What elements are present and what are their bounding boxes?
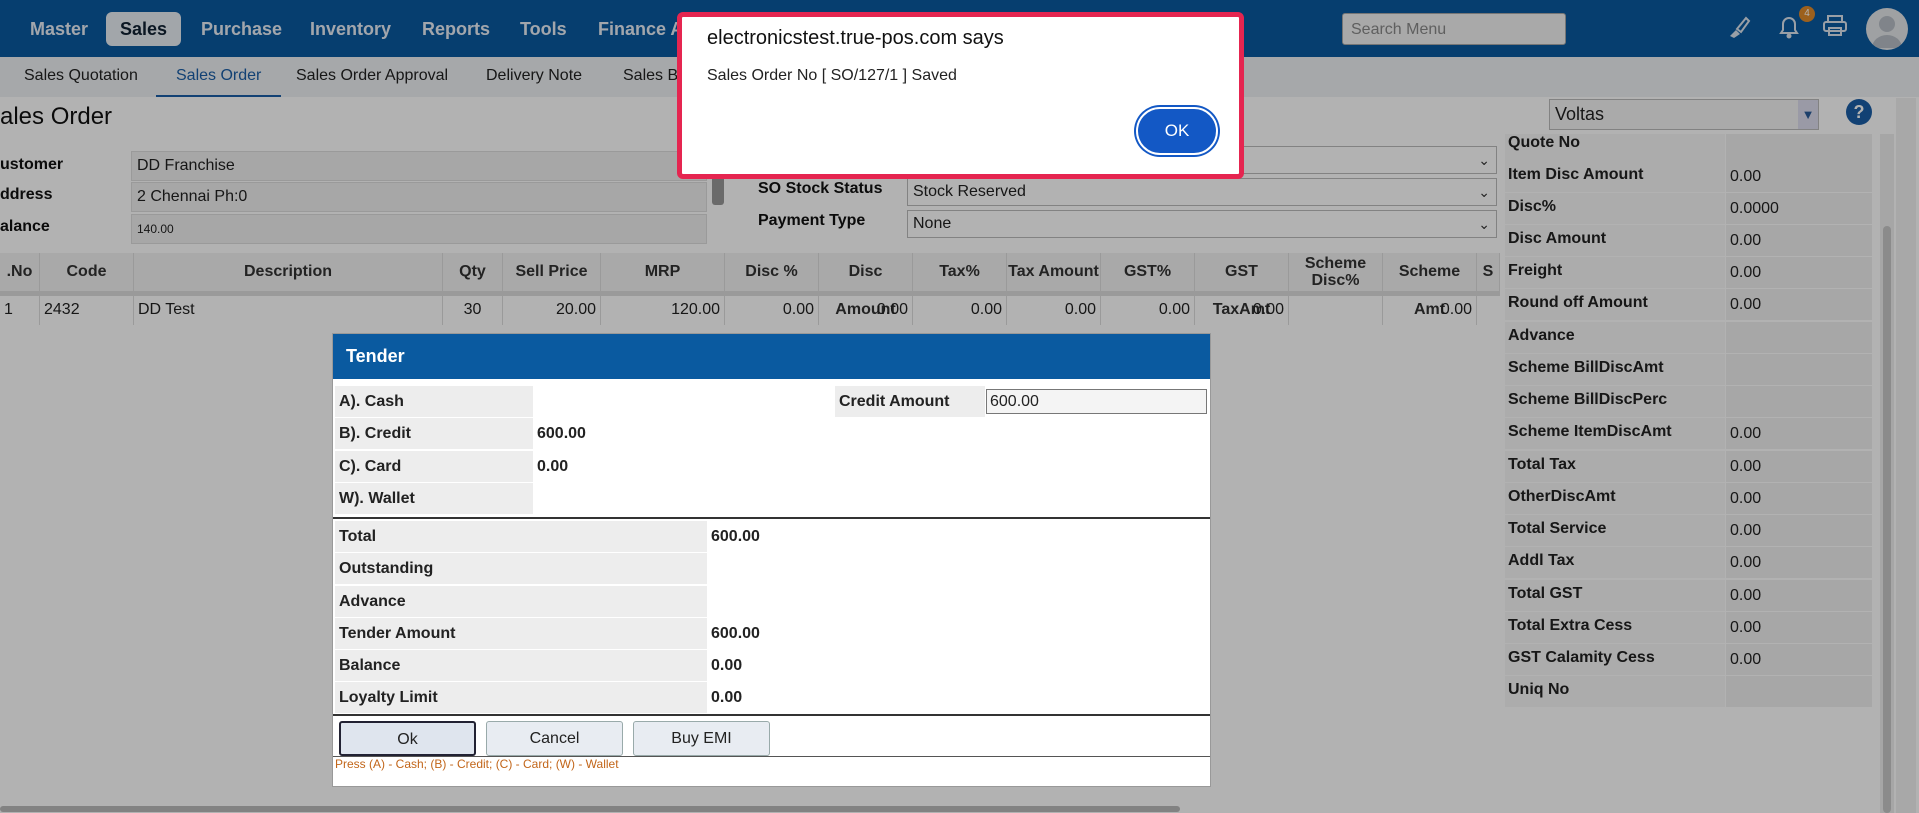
card-label: C). Card <box>335 451 533 482</box>
total-value: 600.00 <box>711 528 760 545</box>
divider <box>333 714 1210 716</box>
alert-title: electronicstest.true-pos.com says <box>707 27 1004 49</box>
credit-amount-label: Credit Amount <box>835 386 985 417</box>
alert-dialog: electronicstest.true-pos.com says Sales … <box>677 12 1244 179</box>
loyalty-limit-label: Loyalty Limit <box>335 682 707 713</box>
tender-dialog: Tender A). Cash B). Credit 600.00 C). Ca… <box>332 333 1211 787</box>
total-label: Total <box>335 521 707 552</box>
balance-value: 0.00 <box>711 657 743 674</box>
advance-label: Advance <box>335 586 707 617</box>
advance-value <box>707 586 907 617</box>
card-value[interactable]: 0.00 <box>533 451 733 482</box>
buy-emi-button[interactable]: Buy EMI <box>633 721 770 756</box>
alert-message: Sales Order No [ SO/127/1 ] Saved <box>707 67 957 84</box>
tender-dialog-title: Tender <box>333 334 1210 379</box>
credit-value[interactable]: 600.00 <box>533 418 733 449</box>
balance-label: Balance <box>335 650 707 681</box>
loyalty-limit-value: 0.00 <box>711 689 743 706</box>
wallet-label: W). Wallet <box>335 483 533 514</box>
credit-label: B). Credit <box>335 418 533 449</box>
credit-amount-input[interactable]: 600.00 <box>986 389 1207 414</box>
tender-amount-label: Tender Amount <box>335 618 707 649</box>
outstanding-label: Outstanding <box>335 553 707 584</box>
tender-cancel-button[interactable]: Cancel <box>486 721 623 756</box>
keyboard-hint: Press (A) - Cash; (B) - Credit; (C) - Ca… <box>335 757 619 771</box>
alert-ok-button[interactable]: OK <box>1136 107 1218 155</box>
divider <box>333 517 1210 519</box>
wallet-value[interactable] <box>533 483 733 514</box>
cash-value[interactable] <box>533 386 733 417</box>
tender-ok-button[interactable]: Ok <box>339 721 476 756</box>
tender-amount-value: 600.00 <box>711 625 760 642</box>
cash-label: A). Cash <box>335 386 533 417</box>
outstanding-value <box>707 553 907 584</box>
